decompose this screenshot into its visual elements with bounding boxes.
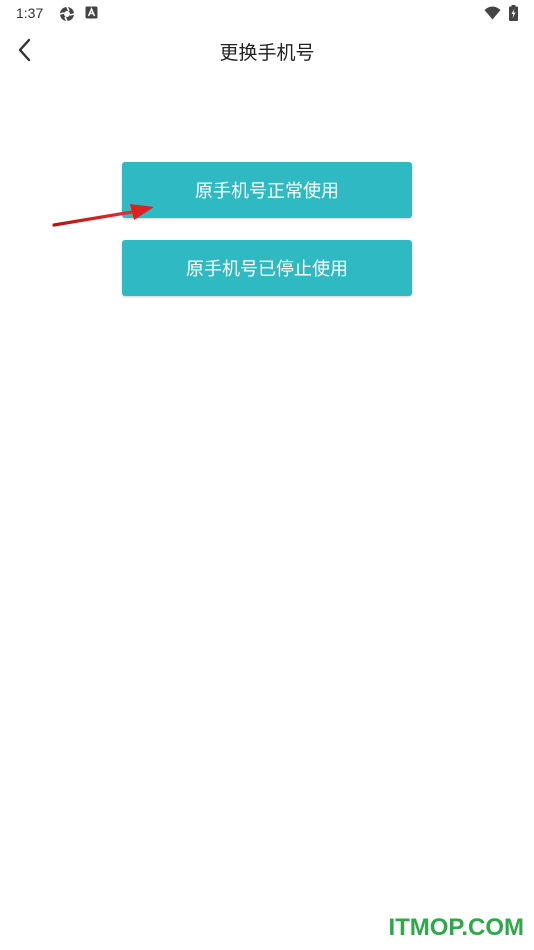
original-number-in-use-button[interactable]: 原手机号正常使用 [122,162,412,218]
aperture-icon [59,6,75,22]
status-bar: 1:37 [0,0,534,28]
header: 更换手机号 [0,28,534,72]
battery-charging-icon [509,5,518,21]
page-title: 更换手机号 [219,42,315,64]
status-time: 1:37 [16,5,44,21]
watermark-logo: ITMOP.COM [388,914,524,941]
wifi-icon [484,6,501,20]
annotation-arrow-icon [52,204,154,227]
a-badge-icon [85,6,98,19]
original-number-discontinued-button[interactable]: 原手机号已停止使用 [122,240,412,296]
